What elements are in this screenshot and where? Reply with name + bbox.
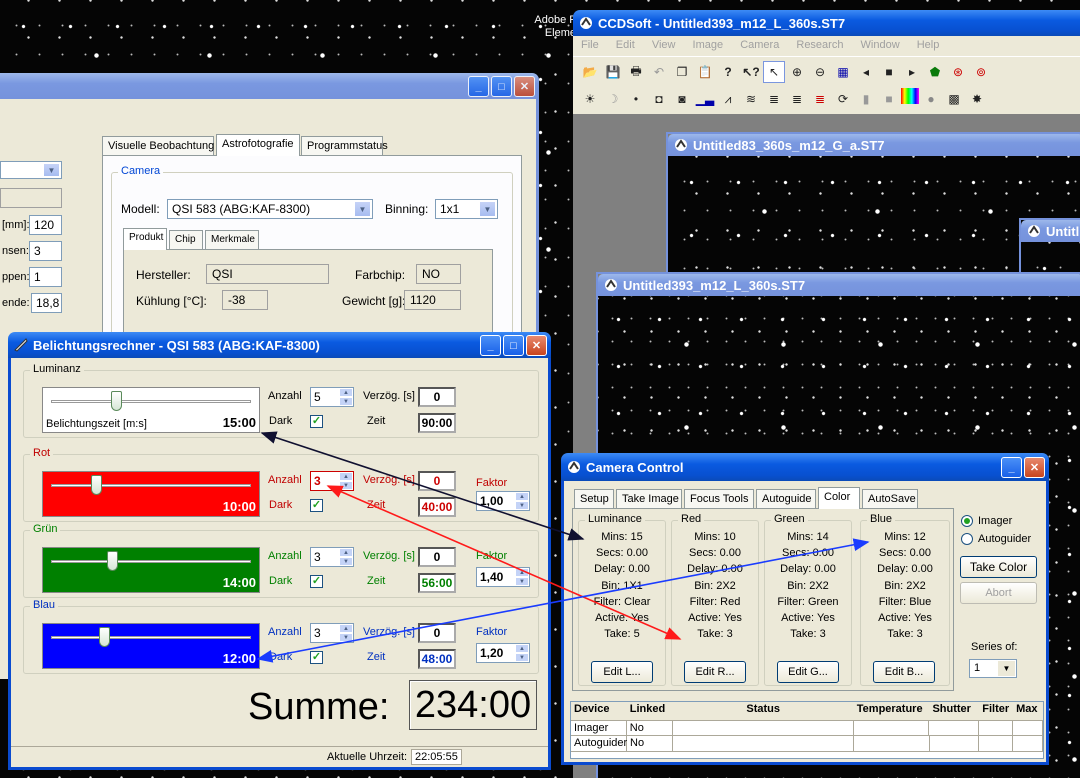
annotation-arrows bbox=[256, 431, 870, 663]
tab-color[interactable]: Color bbox=[818, 487, 860, 509]
arrow-red bbox=[326, 485, 682, 640]
subtab-produkt[interactable]: Produkt bbox=[123, 228, 167, 250]
arrow-luminance bbox=[260, 431, 585, 541]
arrow-blue bbox=[256, 538, 870, 663]
tab-astrofotografie[interactable]: Astrofotografie bbox=[216, 134, 300, 156]
